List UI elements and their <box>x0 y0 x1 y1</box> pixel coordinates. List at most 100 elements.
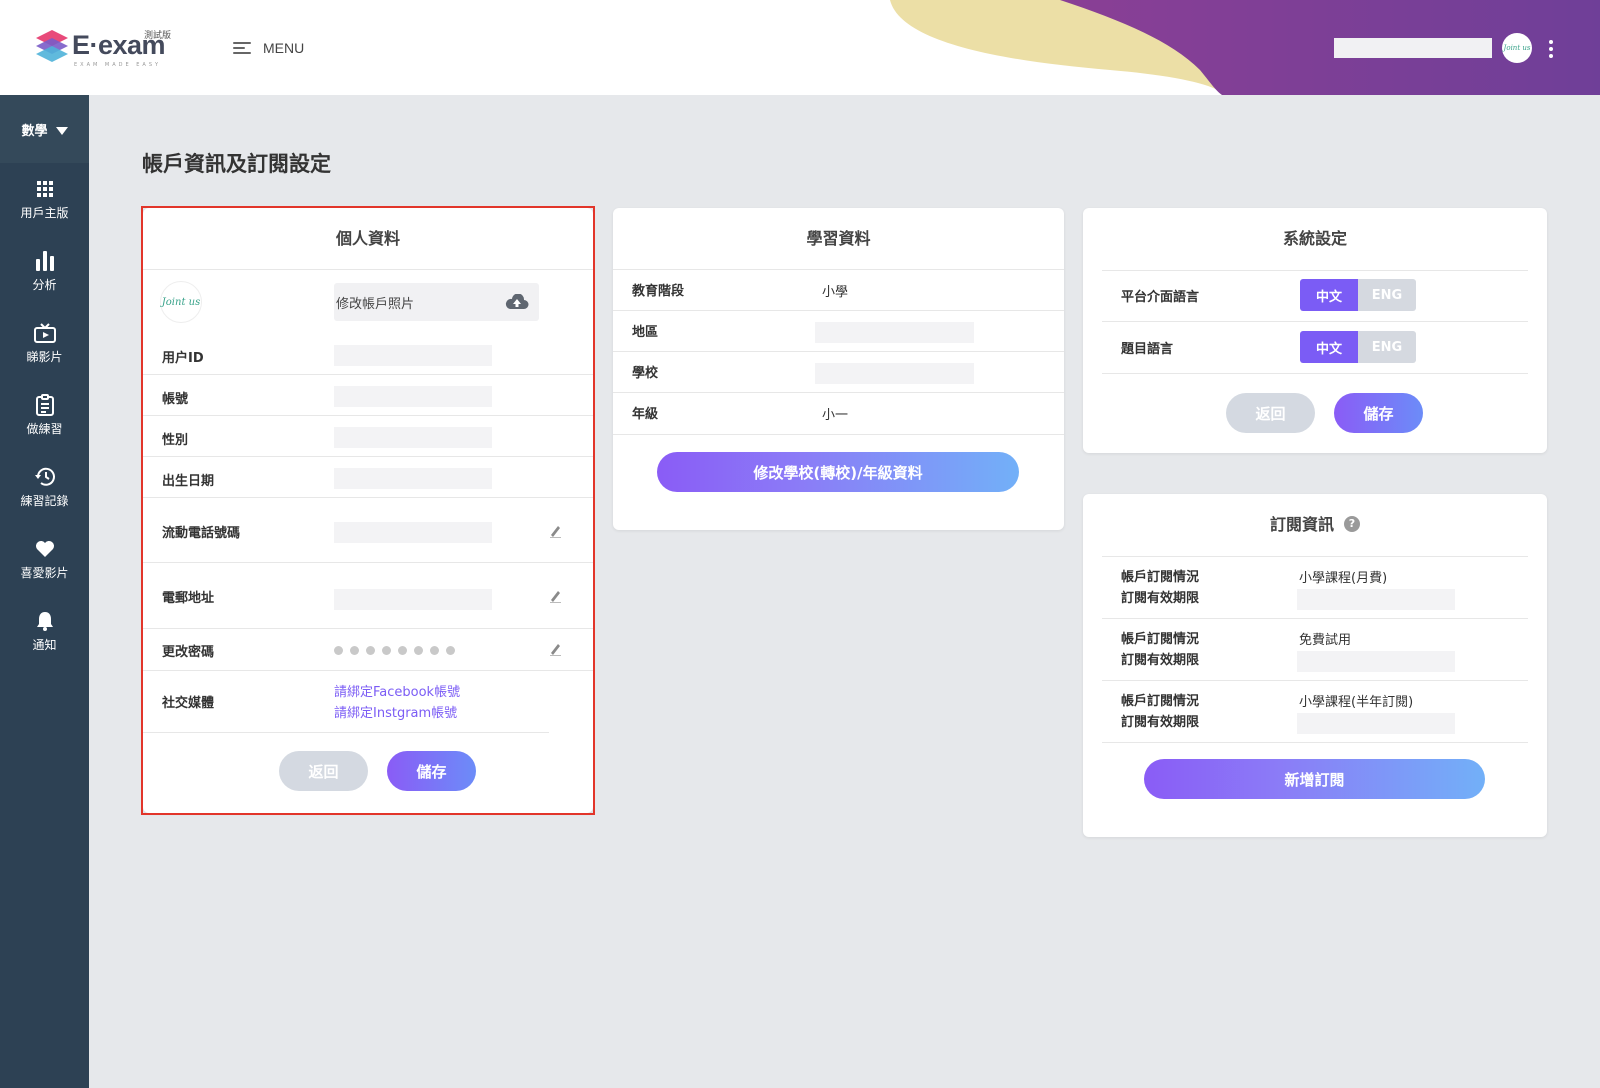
profile-avatar-text: Joint us <box>161 296 201 308</box>
add-subscription-button[interactable]: 新增訂閱 <box>1144 759 1485 799</box>
edit-password-icon[interactable] <box>548 642 562 656</box>
sidebar-item-label: 分析 <box>32 277 57 292</box>
upload-photo-button[interactable]: 修改帳戶照片 <box>334 283 539 321</box>
subscription-expiry-label: 訂閱有效期限 <box>1121 714 1200 730</box>
e-exam-logo[interactable]: E·exam 測試版 EXAM MADE EASY <box>34 28 194 72</box>
top-header: E·exam 測試版 EXAM MADE EASY MENU Joint us <box>0 0 1600 95</box>
logo-beta-label: 測試版 <box>144 31 172 41</box>
sidebar: 數學 用戶主版 分析 睇影片 做練習 練習記錄 喜愛影片 通知 <box>0 95 89 1088</box>
user-id-value <box>334 345 492 366</box>
question-language-zh-option[interactable]: 中文 <box>1300 331 1358 363</box>
sidebar-item-videos[interactable]: 睇影片 <box>0 307 89 379</box>
subscription-title-text: 訂閱資訊 <box>1269 515 1334 534</box>
field-label-question-language: 題目語言 <box>1121 341 1174 357</box>
profile-avatar[interactable]: Joint us <box>160 281 202 323</box>
subscription-status-label: 帳戶訂閱情況 <box>1121 693 1200 709</box>
field-label-phone: 流動電話號碼 <box>162 525 241 541</box>
more-options-icon[interactable] <box>1545 38 1557 60</box>
caret-down-icon <box>55 127 68 135</box>
sidebar-item-label: 做練習 <box>26 421 63 436</box>
subscription-plan-3: 小學課程(半年訂閱) <box>1299 695 1414 710</box>
logo-layers-icon <box>36 30 68 62</box>
birthday-value <box>334 468 492 489</box>
ui-language-zh-option[interactable]: 中文 <box>1300 279 1358 311</box>
page-title: 帳戶資訊及訂閱設定 <box>142 152 331 176</box>
sidebar-item-label: 喜愛影片 <box>20 565 69 580</box>
sidebar-item-history[interactable]: 練習記錄 <box>0 451 89 523</box>
gender-value <box>334 427 492 448</box>
personal-save-button[interactable]: 儲存 <box>387 751 476 791</box>
system-back-button[interactable]: 返回 <box>1226 393 1315 433</box>
sidebar-item-label: 練習記錄 <box>20 493 69 508</box>
system-save-button[interactable]: 儲存 <box>1334 393 1423 433</box>
user-avatar[interactable]: Joint us <box>1502 33 1532 63</box>
personal-info-card: 個人資料 Joint us 修改帳戶照片 用户ID 帳號 性別 出生日期 流動電… <box>143 208 593 813</box>
question-language-en-option[interactable]: ENG <box>1358 331 1416 363</box>
ui-language-en-option[interactable]: ENG <box>1358 279 1416 311</box>
password-masked-value <box>334 646 455 655</box>
learning-info-card: 學習資料 教育階段 小學 地區 學校 年級 小一 修改學校(轉校)/年級資料 <box>613 208 1064 530</box>
field-label-ui-language: 平台介面語言 <box>1121 289 1200 305</box>
field-label-user-id: 用户ID <box>162 350 204 366</box>
subscription-plan-1: 小學課程(月費) <box>1299 571 1388 586</box>
school-value <box>815 363 974 384</box>
field-label-school: 學校 <box>632 365 659 381</box>
field-label-email: 電郵地址 <box>162 590 215 606</box>
bind-facebook-link[interactable]: 請綁定Facebook帳號 <box>334 681 460 700</box>
region-value <box>815 322 974 343</box>
email-value <box>334 589 492 610</box>
header-search-box[interactable] <box>1334 38 1492 58</box>
sidebar-item-label: 睇影片 <box>26 349 63 364</box>
sidebar-item-practice[interactable]: 做練習 <box>0 379 89 451</box>
upload-photo-label: 修改帳戶照片 <box>336 296 415 312</box>
phone-value <box>334 522 492 543</box>
menu-button[interactable]: MENU <box>233 36 304 60</box>
question-language-toggle[interactable]: 中文 ENG <box>1300 331 1416 363</box>
account-value <box>334 386 492 407</box>
field-label-education-stage: 教育階段 <box>632 283 685 299</box>
subscription-status-label: 帳戶訂閱情況 <box>1121 569 1200 585</box>
subject-selector[interactable]: 數學 <box>0 95 89 163</box>
sidebar-item-analysis[interactable]: 分析 <box>0 235 89 307</box>
cloud-upload-icon <box>505 294 529 309</box>
field-label-social: 社交媒體 <box>162 695 215 711</box>
change-school-grade-button[interactable]: 修改學校(轉校)/年級資料 <box>657 452 1019 492</box>
bind-instagram-link[interactable]: 請綁定Instgram帳號 <box>334 702 457 721</box>
subscription-card: 訂閱資訊? 帳戶訂閱情況 訂閱有效期限 小學課程(月費) 帳戶訂閱情況 訂閱有效… <box>1083 494 1547 837</box>
personal-back-button[interactable]: 返回 <box>279 751 368 791</box>
subject-label: 數學 <box>21 123 48 139</box>
clipboard-icon <box>34 393 56 416</box>
avatar-text: Joint us <box>1503 44 1531 52</box>
learning-card-title: 學習資料 <box>613 208 1064 270</box>
subscription-expiry-label: 訂閱有效期限 <box>1121 652 1200 668</box>
bell-icon <box>34 610 56 632</box>
heart-icon <box>34 538 56 560</box>
system-settings-card: 系統設定 平台介面語言 中文 ENG 題目語言 中文 ENG 返回 儲存 <box>1083 208 1547 453</box>
menu-label: MENU <box>263 40 305 56</box>
subscription-expiry-2 <box>1297 651 1455 672</box>
personal-card-title: 個人資料 <box>143 208 593 270</box>
subscription-plan-2: 免費試用 <box>1299 633 1352 648</box>
logo-tagline: EXAM MADE EASY <box>74 62 162 68</box>
sidebar-item-favorites[interactable]: 喜愛影片 <box>0 523 89 595</box>
grid-icon <box>34 178 56 200</box>
hamburger-icon <box>233 41 251 55</box>
sidebar-item-notifications[interactable]: 通知 <box>0 595 89 667</box>
field-label-account: 帳號 <box>162 391 189 407</box>
edit-phone-icon[interactable] <box>548 524 562 538</box>
field-label-grade: 年級 <box>632 406 659 422</box>
field-label-gender: 性別 <box>162 432 189 448</box>
subscription-expiry-1 <box>1297 589 1455 610</box>
system-card-title: 系統設定 <box>1282 229 1347 248</box>
grade-value: 小一 <box>822 408 849 423</box>
sidebar-item-label: 通知 <box>32 637 57 652</box>
subscription-status-label: 帳戶訂閱情況 <box>1121 631 1200 647</box>
help-icon[interactable]: ? <box>1344 515 1360 532</box>
field-label-password: 更改密碼 <box>162 644 215 660</box>
sidebar-item-dashboard[interactable]: 用戶主版 <box>0 163 89 235</box>
subscription-expiry-3 <box>1297 713 1455 734</box>
edit-email-icon[interactable] <box>548 589 562 603</box>
subscription-expiry-label: 訂閱有效期限 <box>1121 590 1200 606</box>
subscription-card-title: 訂閱資訊? <box>1083 494 1547 556</box>
ui-language-toggle[interactable]: 中文 ENG <box>1300 279 1416 311</box>
